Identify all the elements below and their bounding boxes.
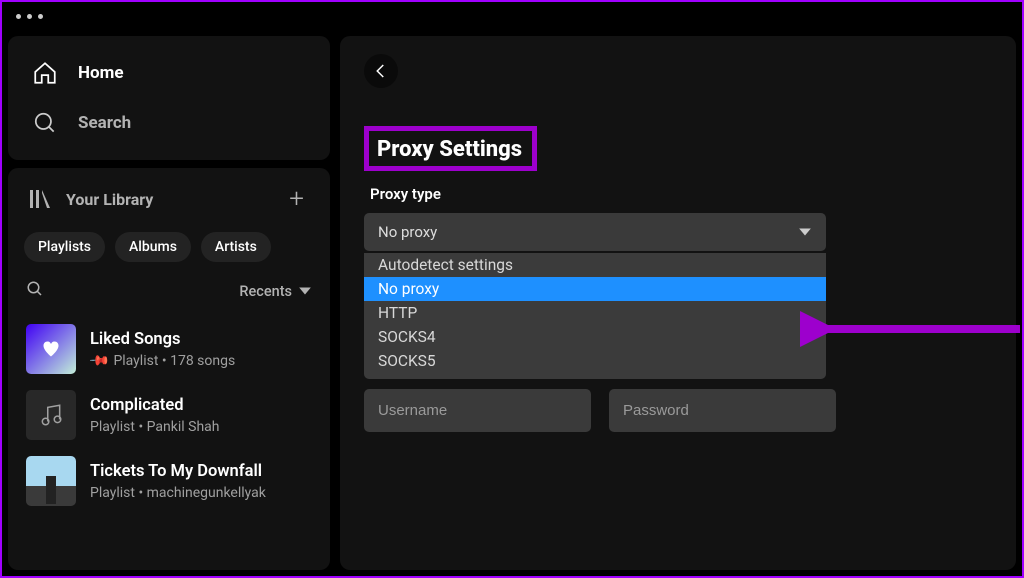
window-titlebar bbox=[0, 0, 1024, 30]
list-item-title: Tickets To My Downfall bbox=[90, 462, 266, 481]
library-title: Your Library bbox=[66, 190, 153, 209]
proxy-type-dropdown: Autodetect settings No proxy HTTP SOCKS4… bbox=[364, 253, 826, 379]
settings-heading: Proxy Settings bbox=[377, 137, 522, 162]
list-item-subtitle: Playlist • machinegunkellyak bbox=[90, 485, 266, 501]
proxy-option-socks4[interactable]: SOCKS4 bbox=[364, 325, 826, 349]
library-sort-button[interactable]: Recents bbox=[239, 283, 312, 300]
proxy-option-noproxy[interactable]: No proxy bbox=[364, 277, 826, 301]
library-icon bbox=[28, 187, 52, 211]
nav-panel: Home Search bbox=[8, 36, 330, 160]
list-item[interactable]: Complicated Playlist • Pankil Shah bbox=[22, 382, 316, 448]
proxy-option-socks5[interactable]: SOCKS5 bbox=[364, 349, 826, 373]
list-item-title: Liked Songs bbox=[90, 330, 235, 349]
chevron-down-icon bbox=[798, 225, 812, 239]
annotation-highlight: Proxy Settings bbox=[364, 126, 537, 171]
album-art bbox=[26, 456, 76, 506]
liked-songs-art bbox=[26, 324, 76, 374]
nav-home[interactable]: Home bbox=[24, 48, 314, 98]
library-filter-chips: Playlists Albums Artists bbox=[22, 224, 316, 270]
music-note-icon bbox=[38, 402, 64, 428]
chip-albums[interactable]: Albums bbox=[115, 232, 191, 262]
proxy-type-label: Proxy type bbox=[370, 185, 992, 203]
chevron-left-icon bbox=[372, 62, 390, 80]
search-icon bbox=[32, 110, 58, 136]
nav-search[interactable]: Search bbox=[24, 98, 314, 148]
add-button[interactable]: + bbox=[289, 184, 310, 214]
chip-playlists[interactable]: Playlists bbox=[24, 232, 105, 262]
library-panel: Your Library + Playlists Albums Artists … bbox=[8, 168, 330, 570]
nav-search-label: Search bbox=[78, 113, 131, 133]
list-item-title: Complicated bbox=[90, 396, 220, 415]
caret-down-icon bbox=[298, 284, 312, 298]
proxy-option-autodetect[interactable]: Autodetect settings bbox=[364, 253, 826, 277]
search-icon bbox=[26, 280, 44, 298]
back-button[interactable] bbox=[364, 54, 398, 88]
window-menu-icon[interactable] bbox=[16, 14, 43, 19]
nav-home-label: Home bbox=[78, 63, 124, 83]
proxy-type-value: No proxy bbox=[378, 223, 437, 241]
pin-icon: 📌 bbox=[90, 353, 111, 369]
proxy-option-http[interactable]: HTTP bbox=[364, 301, 826, 325]
main-content: Proxy Settings Proxy type No proxy Autod… bbox=[340, 36, 1016, 570]
list-item-subtitle: Playlist • 178 songs bbox=[113, 353, 235, 369]
library-search-button[interactable] bbox=[26, 280, 44, 302]
chip-artists[interactable]: Artists bbox=[201, 232, 271, 262]
list-item-subtitle: Playlist • Pankil Shah bbox=[90, 419, 220, 435]
library-header[interactable]: Your Library bbox=[28, 187, 153, 211]
password-field[interactable] bbox=[609, 389, 836, 432]
list-item[interactable]: Tickets To My Downfall Playlist • machin… bbox=[22, 448, 316, 514]
home-icon bbox=[32, 60, 58, 86]
username-field[interactable] bbox=[364, 389, 591, 432]
library-list: Liked Songs 📌 Playlist • 178 songs Compl… bbox=[22, 316, 316, 514]
heart-icon bbox=[41, 339, 61, 359]
playlist-art bbox=[26, 390, 76, 440]
annotation-arrow bbox=[800, 311, 1024, 351]
proxy-type-select[interactable]: No proxy bbox=[364, 213, 826, 251]
list-item[interactable]: Liked Songs 📌 Playlist • 178 songs bbox=[22, 316, 316, 382]
library-sort-label: Recents bbox=[239, 283, 292, 300]
